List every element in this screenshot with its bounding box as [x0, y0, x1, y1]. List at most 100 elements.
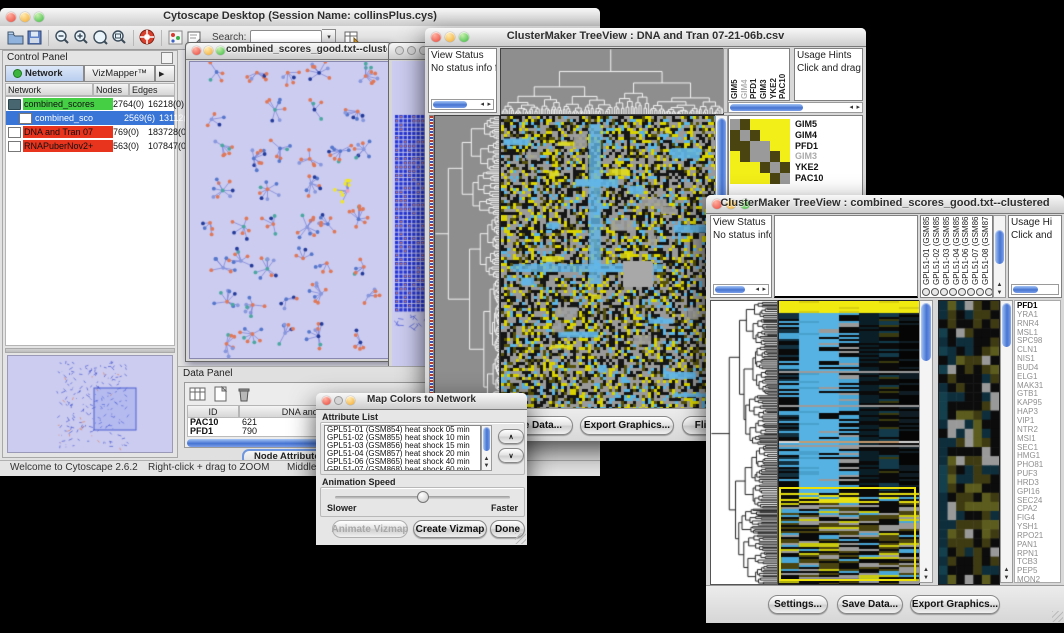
treeview2-titlebar[interactable]: ClusterMaker TreeView : combined_scores_…	[706, 195, 1064, 214]
tv1-row-label: PAC10	[795, 173, 823, 184]
attribute-list-item[interactable]: GPL51-07 (GSM868) heat shock 60 min	[327, 466, 480, 471]
attribute-list-scrollbar[interactable]: ▲▼	[481, 425, 492, 471]
tab-vizmapper-label: VizMapper™	[92, 68, 147, 79]
treeview1-titlebar[interactable]: ClusterMaker TreeView : DNA and Tran 07-…	[425, 28, 866, 47]
tv1-export-graphics-button[interactable]: Export Graphics...	[580, 416, 674, 435]
network-list-row[interactable]: combined_scores2764(0)16218(0)	[6, 97, 174, 111]
matrix-cell	[740, 130, 750, 141]
tv2-collabel-vscrollbar[interactable]: ▲▼	[993, 215, 1006, 298]
tv1-matrix-column-labels: GIM5GIM4PFD1GIM3YKE2PAC10	[728, 48, 790, 101]
tv1-column-dendrogram[interactable]	[500, 48, 724, 115]
animate-vizmap-label: Animate Vizmap	[331, 524, 408, 535]
toolbar-separator	[161, 30, 162, 46]
tv1-zoom-matrix[interactable]	[730, 119, 790, 184]
tv2-row-dendrogram[interactable]	[710, 300, 778, 585]
frame2-minimize-button[interactable]	[407, 46, 416, 55]
tv2-view-status-scrollbar[interactable]: ◂▸	[713, 284, 769, 295]
matrix-cell	[780, 130, 790, 141]
vizmap-grid-icon[interactable]	[166, 29, 185, 46]
network-overview-panel[interactable]	[7, 355, 173, 453]
tv2-column-label: GPL51-06 (GSM865)	[961, 217, 971, 285]
frame-close-button[interactable]	[192, 46, 201, 55]
network-list-row[interactable]: RNAPuberNov2+563(0)107847(0)	[6, 139, 174, 153]
tv2-column-label: GPL51-04 (GSM857)	[952, 217, 962, 285]
column-node-circle	[967, 288, 975, 296]
column-header-edges[interactable]: Edges	[129, 83, 175, 96]
delete-attribute-icon[interactable]	[235, 386, 253, 402]
tv1-usage-hints-panel: Usage Hints Click and drag tc	[794, 48, 863, 101]
column-header-network[interactable]: Network	[5, 83, 93, 96]
zoom-in-icon[interactable]	[72, 29, 91, 46]
matrix-cell	[780, 141, 790, 152]
speed-slider-thumb[interactable]	[417, 491, 429, 503]
select-attributes-icon[interactable]	[189, 386, 207, 402]
open-file-icon[interactable]	[6, 29, 25, 46]
network-list-row[interactable]: combined_sco2569(6)13112(15)	[6, 111, 174, 125]
column-header-nodes[interactable]: Nodes	[93, 83, 129, 96]
tab-network[interactable]: Network	[5, 65, 84, 82]
tv1-row-dendrogram[interactable]	[434, 115, 500, 410]
zoom-out-icon[interactable]	[53, 29, 72, 46]
tv2-column-tree-area[interactable]	[774, 215, 918, 298]
doc-icon	[8, 141, 21, 152]
treeview1-title: ClusterMaker TreeView : DNA and Tran 07-…	[425, 30, 866, 42]
network-list-row[interactable]: DNA and Tran 07769(0)183728(0)	[6, 125, 174, 139]
toolbar-separator	[48, 30, 49, 46]
help-lifering-icon[interactable]	[138, 29, 157, 46]
network-canvas[interactable]	[189, 61, 390, 359]
frame-minimize-button[interactable]	[204, 46, 213, 55]
tv2-export-graphics-button[interactable]: Export Graphics...	[910, 595, 1000, 614]
zoom-selected-icon[interactable]	[91, 29, 110, 46]
float-panel-icon[interactable]	[161, 52, 173, 64]
frame2-close-button[interactable]	[395, 46, 404, 55]
tv1-view-status-title: View Status	[429, 49, 496, 62]
move-down-button[interactable]: ∨	[498, 448, 524, 463]
tv2-settings-button[interactable]: Settings...	[768, 595, 828, 614]
tv2-view-status-panel: View Status No status info t ◂▸	[710, 215, 772, 298]
network-dot-icon	[13, 69, 22, 78]
resize-grip[interactable]	[1052, 611, 1063, 622]
main-titlebar[interactable]: Cytoscape Desktop (Session Name: collins…	[0, 8, 600, 27]
matrix-cell	[770, 130, 780, 141]
panel-splitter[interactable]	[5, 348, 175, 353]
tab-overflow-arrow[interactable]: ▶	[155, 65, 175, 82]
new-attribute-icon[interactable]	[212, 386, 230, 402]
tv2-column-label: GPL51-08 (GSM872)	[981, 217, 991, 285]
tv1-row-label: GIM5	[795, 119, 823, 130]
create-vizmap-button[interactable]: Create Vizmap	[413, 520, 487, 538]
frame-zoom-button[interactable]	[216, 46, 225, 55]
zoom-fit-icon[interactable]	[110, 29, 129, 46]
animate-vizmap-button[interactable]: Animate Vizmap	[332, 520, 408, 538]
map-colors-dialog: Map Colors to Network Attribute List GPL…	[316, 393, 527, 545]
tab-network-label: Network	[25, 68, 62, 79]
network-table-header: NetworkNodesEdges	[5, 83, 175, 96]
tv1-row-label: YKE2	[795, 162, 823, 173]
tv2-heatmap-vscrollbar[interactable]: ▲▼	[919, 300, 933, 583]
tv2-column-label: GPL51-07 (GSM868)	[971, 217, 981, 285]
tv1-zoom-hscrollbar[interactable]: ◂▸	[728, 102, 863, 113]
attribute-toolbar	[189, 386, 253, 402]
save-session-icon[interactable]	[25, 29, 44, 46]
attribute-listbox[interactable]: GPL51-01 (GSM854) heat shock 05 minGPL51…	[324, 425, 481, 471]
dialog-titlebar[interactable]: Map Colors to Network	[316, 393, 527, 410]
tv2-zoom-vscrollbar[interactable]: ▲▼	[1000, 300, 1013, 583]
resize-grip[interactable]	[515, 533, 526, 544]
tv1-column-label: YKE2	[769, 50, 779, 99]
tab-vizmapper[interactable]: VizMapper™	[84, 65, 155, 82]
matrix-cell	[770, 162, 780, 173]
matrix-cell	[750, 130, 760, 141]
animation-speed-group: Slower Faster	[320, 487, 525, 517]
tv2-save-data-button[interactable]: Save Data...	[837, 595, 903, 614]
matrix-cell	[760, 130, 770, 141]
network-overview-canvas[interactable]	[8, 356, 172, 452]
tv2-selection-rect	[779, 487, 916, 581]
treeview2-window: ClusterMaker TreeView : combined_scores_…	[706, 195, 1064, 622]
tv2-zoom-heatmap[interactable]	[938, 300, 1000, 585]
tv2-usage-hints-scrollbar[interactable]	[1011, 284, 1059, 295]
move-up-button[interactable]: ∧	[498, 429, 524, 444]
matrix-cell	[730, 119, 740, 130]
tv1-global-heatmap[interactable]	[500, 115, 716, 410]
network-frame-titlebar[interactable]: combined_scores_good.txt--cluste...	[186, 43, 391, 60]
tv1-view-status-scrollbar[interactable]: ◂▸	[431, 99, 494, 110]
matrix-cell	[760, 162, 770, 173]
